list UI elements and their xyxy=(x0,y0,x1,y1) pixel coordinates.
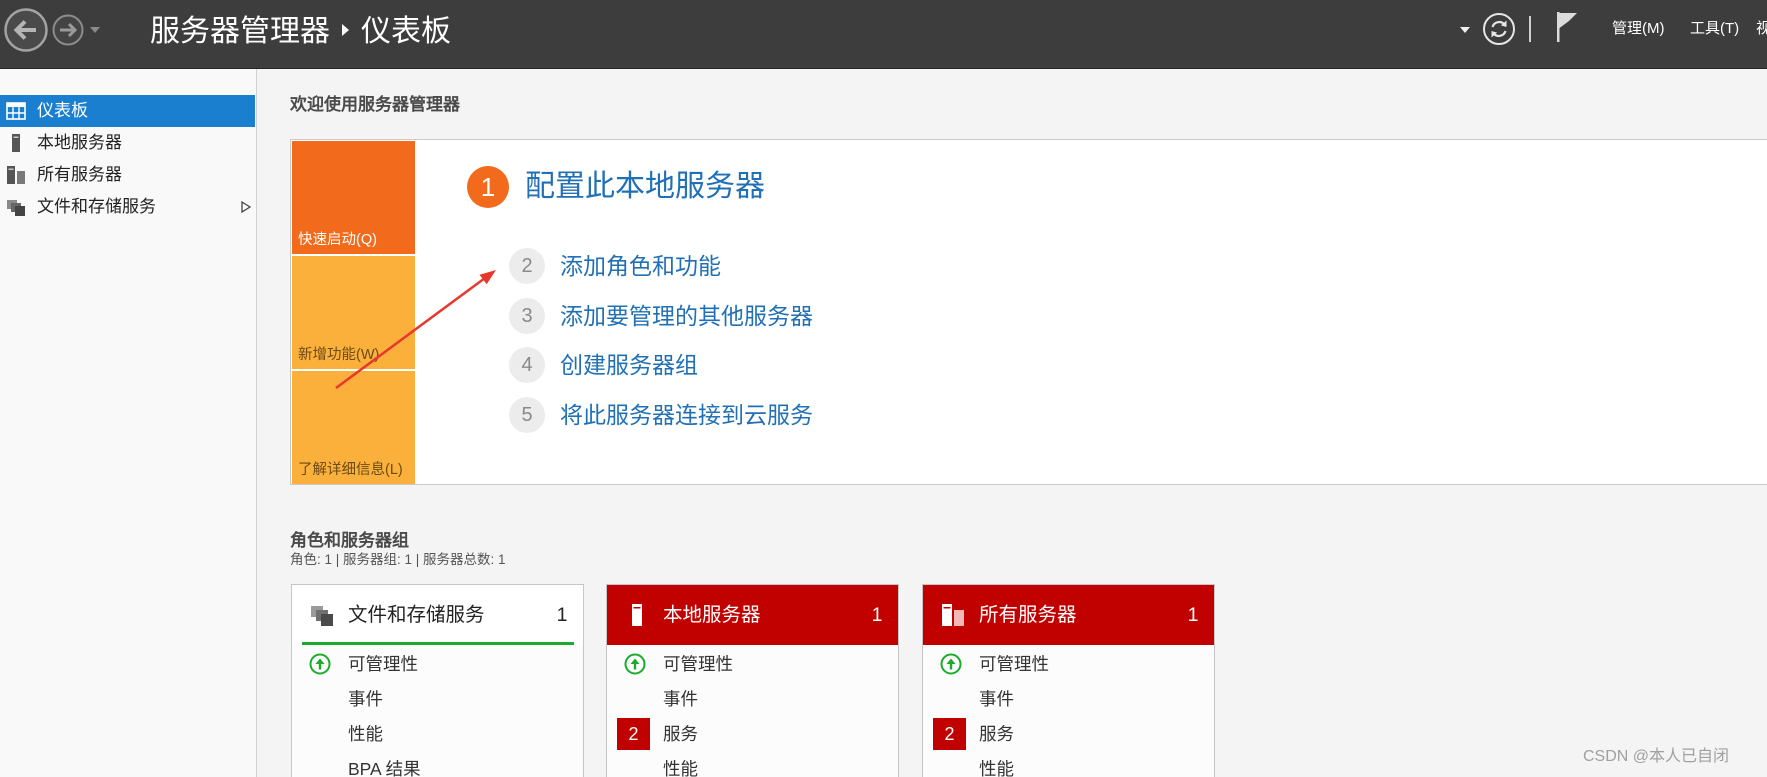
card-count: 1 xyxy=(871,604,883,626)
card-row-events[interactable]: 事件 xyxy=(923,682,1214,717)
sidebar-item-label: 仪表板 xyxy=(37,101,88,120)
step-link-configure-local-server[interactable]: 配置此本地服务器 xyxy=(525,167,765,207)
menu-manage[interactable]: 管理(M) xyxy=(1612,19,1665,39)
tile-label: 快速启动(Q) xyxy=(298,232,377,248)
step-number-badge: 4 xyxy=(509,347,545,383)
step-link-connect-cloud[interactable]: 将此服务器连接到云服务 xyxy=(560,397,813,433)
chevron-right-icon xyxy=(342,24,349,37)
card-row-services[interactable]: 2 服务 xyxy=(923,717,1214,752)
tile-label: 了解详细信息(L) xyxy=(298,462,403,478)
sidebar-item-all-servers[interactable]: 所有服务器 xyxy=(0,159,255,191)
status-ok-icon xyxy=(624,653,646,675)
menu-tools[interactable]: 工具(T) xyxy=(1690,19,1739,39)
roles-summary: 角色: 1 | 服务器组: 1 | 服务器总数: 1 xyxy=(290,552,506,567)
expand-arrow-icon[interactable] xyxy=(241,201,251,213)
row-label: 服务 xyxy=(663,724,698,744)
page-title: 仪表板 xyxy=(361,15,451,48)
card-row-manageability[interactable]: 可管理性 xyxy=(923,647,1214,682)
step-number-badge: 5 xyxy=(509,397,545,433)
row-label: BPA 结果 xyxy=(348,759,421,777)
breadcrumb: 服务器管理器 仪表板 xyxy=(150,8,451,56)
role-card-file-storage: 文件和存储服务 1 可管理性 事件 性能 BPA 结果 xyxy=(291,584,584,777)
refresh-icon xyxy=(1483,13,1515,45)
card-header[interactable]: 本地服务器 1 xyxy=(607,585,898,645)
back-button[interactable] xyxy=(3,7,49,53)
row-label: 事件 xyxy=(663,689,698,709)
toolbar-divider xyxy=(1529,16,1531,42)
card-header[interactable]: 所有服务器 1 xyxy=(923,585,1214,645)
card-count: 1 xyxy=(556,604,568,626)
card-row-manageability[interactable]: 可管理性 xyxy=(292,647,583,682)
card-row-performance[interactable]: 性能 xyxy=(292,717,583,752)
step-number-badge: 3 xyxy=(509,298,545,334)
refresh-button[interactable] xyxy=(1482,12,1516,46)
back-arrow-icon xyxy=(4,8,48,52)
notifications-button[interactable] xyxy=(1554,10,1580,44)
alert-count-badge: 2 xyxy=(933,718,966,750)
tile-quick-start[interactable]: 快速启动(Q) xyxy=(292,141,415,254)
breadcrumb-dropdown-button[interactable] xyxy=(1459,24,1471,36)
status-ok-icon xyxy=(940,653,962,675)
card-row-manageability[interactable]: 可管理性 xyxy=(607,647,898,682)
history-dropdown-button[interactable] xyxy=(89,24,101,36)
forward-arrow-icon xyxy=(52,14,84,46)
card-title: 本地服务器 xyxy=(663,604,761,626)
sidebar-item-label: 文件和存储服务 xyxy=(37,197,156,216)
row-label: 事件 xyxy=(348,689,383,709)
row-label: 可管理性 xyxy=(979,654,1049,674)
card-title: 文件和存储服务 xyxy=(348,604,485,626)
sidebar-item-label: 所有服务器 xyxy=(37,165,122,184)
row-label: 性能 xyxy=(348,724,383,744)
card-count: 1 xyxy=(1187,604,1199,626)
row-label: 可管理性 xyxy=(348,654,418,674)
file-storage-icon xyxy=(7,200,25,216)
row-label: 性能 xyxy=(663,759,698,777)
step-link-add-roles-features[interactable]: 添加角色和功能 xyxy=(560,248,721,284)
row-label: 事件 xyxy=(979,689,1014,709)
app-title[interactable]: 服务器管理器 xyxy=(150,15,330,48)
card-row-bpa-results[interactable]: BPA 结果 xyxy=(292,752,583,777)
sidebar-item-file-storage[interactable]: 文件和存储服务 xyxy=(0,191,255,223)
card-row-events[interactable]: 事件 xyxy=(292,682,583,717)
dashboard-icon xyxy=(6,102,26,120)
red-arrow-annotation xyxy=(335,270,496,390)
roles-heading: 角色和服务器组 xyxy=(290,531,409,550)
local-server-icon xyxy=(632,604,642,626)
all-servers-icon xyxy=(7,166,25,184)
welcome-heading: 欢迎使用服务器管理器 xyxy=(290,95,460,114)
chevron-down-icon xyxy=(1460,27,1470,33)
sidebar-item-local-server[interactable]: 本地服务器 xyxy=(0,127,255,159)
status-ok-icon xyxy=(309,653,331,675)
role-card-local-server: 本地服务器 1 可管理性 事件 2 服务 性能 xyxy=(606,584,899,777)
card-row-events[interactable]: 事件 xyxy=(607,682,898,717)
step-number-badge: 1 xyxy=(467,166,509,208)
local-server-icon xyxy=(12,134,20,152)
chevron-down-icon xyxy=(90,27,100,33)
card-row-services[interactable]: 2 服务 xyxy=(607,717,898,752)
title-bar: 服务器管理器 仪表板 管理(M) 工具(T) 视 xyxy=(0,0,1767,69)
status-bar xyxy=(302,642,574,645)
watermark: CSDN @本人已自闭 xyxy=(1583,748,1730,765)
step-link-create-server-group[interactable]: 创建服务器组 xyxy=(560,347,698,383)
card-title: 所有服务器 xyxy=(979,604,1077,626)
forward-button[interactable] xyxy=(51,13,85,47)
step-link-add-other-servers[interactable]: 添加要管理的其他服务器 xyxy=(560,298,813,334)
menu-view[interactable]: 视 xyxy=(1756,19,1767,39)
file-storage-icon xyxy=(311,606,333,626)
flag-icon xyxy=(1557,12,1577,42)
alert-count-badge: 2 xyxy=(617,718,650,750)
all-servers-icon xyxy=(942,604,964,626)
sidebar-item-label: 本地服务器 xyxy=(37,133,122,152)
row-label: 服务 xyxy=(979,724,1014,744)
sidebar-item-dashboard[interactable]: 仪表板 xyxy=(0,95,255,127)
card-row-performance[interactable]: 性能 xyxy=(607,752,898,777)
row-label: 性能 xyxy=(979,759,1014,777)
card-row-performance[interactable]: 性能 xyxy=(923,752,1214,777)
card-header[interactable]: 文件和存储服务 1 xyxy=(292,585,583,645)
row-label: 可管理性 xyxy=(663,654,733,674)
role-card-all-servers: 所有服务器 1 可管理性 事件 2 服务 性能 xyxy=(922,584,1215,777)
welcome-panel: 快速启动(Q) 新增功能(W) 了解详细信息(L) 1 配置此本地服务器 2 添… xyxy=(290,139,1767,485)
sidebar: 仪表板 本地服务器 所有服务器 文件和存储服务 xyxy=(0,69,257,777)
step-number-badge: 2 xyxy=(509,248,545,284)
